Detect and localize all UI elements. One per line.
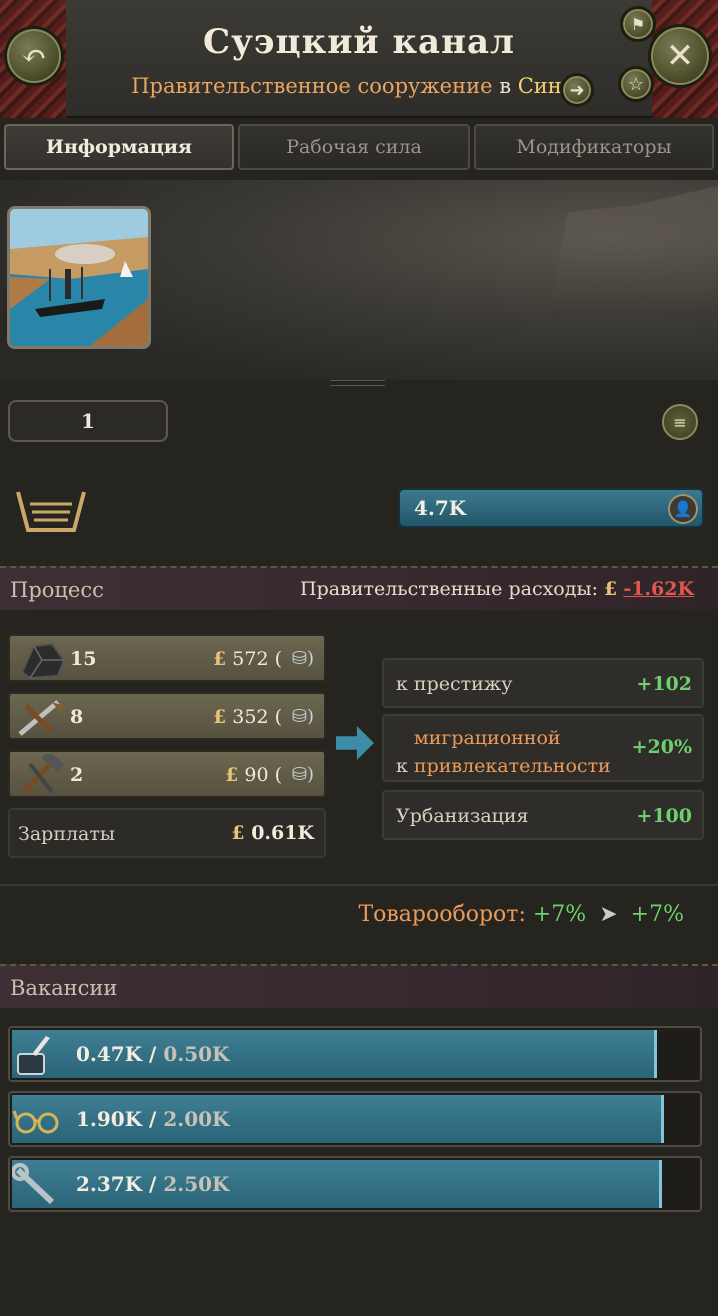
tab-information[interactable]: Информация — [4, 124, 234, 170]
coins-icon: ⛁) — [291, 648, 314, 669]
trade-to-value: +7% — [630, 902, 684, 927]
effect-row[interactable]: к миграционной привлекательности +20% — [382, 714, 704, 782]
gov-expenses-value: -1.62K — [623, 578, 694, 600]
wages-label: Зарплаты — [18, 823, 116, 845]
vacancies-section-header: Вакансии — [0, 964, 718, 1008]
vacancy-count: 1.90K / 2.00K — [76, 1107, 230, 1131]
process-title: Процесс — [10, 578, 104, 602]
effect-value: +102 — [636, 673, 692, 695]
vacancy-row[interactable]: 2.37K / 2.50K — [8, 1156, 702, 1212]
ornament-divider — [330, 380, 385, 386]
building-thumbnail[interactable] — [7, 206, 151, 349]
hammer-icon — [12, 750, 72, 796]
wages-value: £ 0.61K — [231, 822, 314, 844]
process-section-header: Процесс Правительственные расходы: £ -1.… — [0, 566, 718, 610]
input-value-number: 572 — [232, 648, 269, 670]
back-button[interactable]: ↶ — [4, 26, 64, 86]
effect-label-highlight: миграционной привлекательности — [413, 727, 611, 777]
vacancy-total: 0.50K — [163, 1042, 230, 1066]
effect-row[interactable]: к престижу +102 — [382, 658, 704, 708]
pound-icon: £ — [604, 578, 618, 600]
effect-label: к престижу — [396, 673, 513, 695]
vacancy-count: 2.37K / 2.50K — [76, 1172, 230, 1196]
input-good-row[interactable]: 15 £ 572 ( ⛁) — [8, 634, 326, 682]
workforce-bar[interactable]: 4.7K 👤 — [398, 488, 704, 528]
input-value: £ 572 ( — [213, 648, 282, 670]
tab-modifiers[interactable]: Модификаторы — [474, 124, 714, 170]
building-level[interactable]: 1 — [8, 400, 168, 442]
close-icon: ✕ — [665, 36, 695, 76]
building-header: Суэцкий канал Правительственное сооружен… — [0, 0, 718, 118]
input-value-number: 352 — [232, 706, 269, 728]
arrow-right-icon: ➜ — [569, 79, 585, 101]
workforce-value: 4.7K — [414, 496, 467, 520]
divider — [0, 884, 718, 886]
input-quantity: 8 — [70, 706, 84, 728]
steamship-icon — [10, 209, 148, 346]
close-button[interactable]: ✕ — [648, 24, 712, 88]
vacancies-title: Вакансии — [10, 976, 118, 1000]
effect-value: +20% — [631, 736, 692, 758]
laborer-icon — [11, 1162, 62, 1208]
canal-icon — [16, 486, 86, 532]
input-quantity: 15 — [70, 648, 97, 670]
building-subtitle: Правительственное сооружение в Синае — [0, 74, 718, 98]
vacancy-total: 2.00K — [163, 1107, 230, 1131]
list-icon: ≡ — [673, 412, 687, 432]
building-title: Суэцкий канал — [203, 22, 515, 62]
subtitle-in: в — [499, 74, 512, 98]
input-quantity: 2 — [70, 764, 84, 786]
input-good-row[interactable]: 8 £ 352 ( ⛁) — [8, 692, 326, 740]
tab-bar: Информация Рабочая сила Модификаторы — [0, 124, 718, 172]
population-icon: 👤 — [668, 494, 698, 524]
vacancy-row[interactable]: 1.90K / 2.00K — [8, 1091, 702, 1147]
vacancy-count: 0.47K / 0.50K — [76, 1042, 230, 1066]
vacancy-total: 2.50K — [163, 1172, 230, 1196]
wages-row[interactable]: Зарплаты £ 0.61K — [8, 808, 326, 858]
trade-from-value: +7% — [532, 902, 587, 927]
building-type[interactable]: Правительственное сооружение — [131, 74, 492, 98]
effect-row[interactable]: Урбанизация +100 — [382, 790, 704, 840]
input-value: £ 90 ( — [225, 764, 282, 786]
pound-icon: £ — [225, 764, 239, 786]
vacancy-filled: 2.37K — [76, 1172, 143, 1196]
effect-label-prefix: к — [396, 755, 408, 777]
effect-value: +100 — [636, 805, 692, 827]
effect-label: к миграционной привлекательности — [396, 724, 644, 780]
tab-workforce[interactable]: Рабочая сила — [238, 124, 470, 170]
options-menu-button[interactable]: ≡ — [662, 404, 698, 440]
coins-icon: ⛁) — [291, 764, 314, 785]
goto-region-button[interactable]: ➜ — [560, 73, 594, 107]
star-icon: ☆ — [627, 73, 645, 95]
pound-icon: £ — [213, 648, 227, 670]
vacancy-filled: 1.90K — [76, 1107, 143, 1131]
process-arrow-icon — [336, 726, 374, 760]
trade-label: Товарооборот: — [358, 902, 526, 927]
government-expenses[interactable]: Правительственные расходы: £ -1.62K — [300, 578, 694, 600]
arrow-right-icon: ➤ — [599, 902, 618, 927]
pin-button[interactable]: ⚑ — [620, 6, 656, 42]
favorite-button[interactable]: ☆ — [618, 66, 654, 102]
vacancy-row[interactable]: 0.47K / 0.50K — [8, 1026, 702, 1082]
pin-icon: ⚑ — [630, 14, 646, 34]
pound-icon: £ — [213, 706, 227, 728]
coal-icon — [12, 638, 72, 680]
gov-expenses-label: Правительственные расходы: — [300, 578, 598, 600]
input-good-row[interactable]: 2 £ 90 ( ⛁) — [8, 750, 326, 798]
engineer-icon — [12, 1097, 62, 1143]
vacancy-filled: 0.47K — [76, 1042, 143, 1066]
input-value: £ 352 ( — [213, 706, 282, 728]
pound-icon: £ — [231, 822, 245, 844]
trade-turnover[interactable]: Товарооборот: +7% ➤ +7% — [358, 902, 684, 927]
tools-icon — [12, 696, 72, 738]
coins-icon: ⛁) — [291, 706, 314, 727]
wages-amount: 0.61K — [251, 822, 314, 844]
clerk-icon — [12, 1032, 62, 1078]
back-arrow-icon: ↶ — [21, 38, 47, 74]
effect-label: Урбанизация — [396, 805, 529, 827]
input-value-number: 90 — [244, 764, 269, 786]
